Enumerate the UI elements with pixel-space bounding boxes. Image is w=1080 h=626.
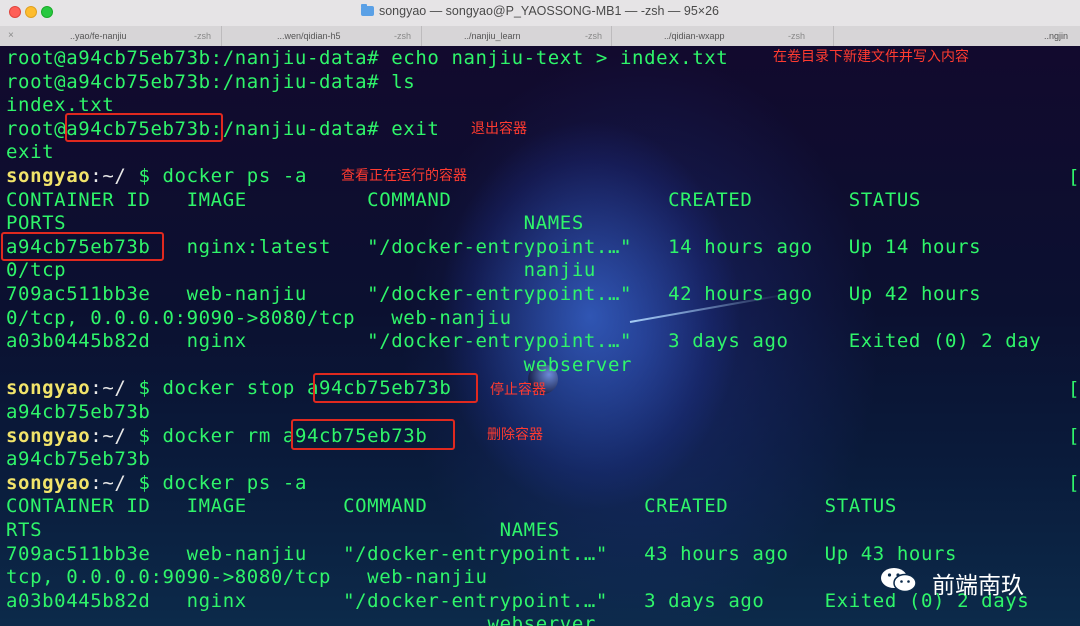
terminal-line: 0/tcp nanjiu — [6, 259, 596, 282]
tab-label: ...wen/qidian-h5 — [277, 31, 341, 41]
terminal-text: root@a94cb75eb73b:/nanjiu-data# echo nan… — [6, 47, 729, 69]
annotation-stop-container: 停止容器 — [490, 381, 546, 397]
annotation-remove-container: 删除容器 — [487, 426, 543, 442]
highlight-box-stop-id — [313, 373, 478, 403]
terminal-line: a03b0445b82d nginx "/docker-entrypoint.…… — [6, 590, 1029, 613]
tab-shell: -zsh — [194, 31, 212, 41]
highlight-box-container-id — [1, 232, 164, 261]
terminal-text: a03b0445b82d nginx "/docker-entrypoint.…… — [6, 589, 1030, 612]
window-title: songyao — songyao@P_YAOSSONG-MB1 — -zsh … — [0, 4, 1080, 18]
right-edge-marker: [ — [1068, 472, 1080, 494]
watermark-text: 前端南玖 — [932, 573, 1024, 599]
terminal-line: RTS NAMES — [6, 519, 560, 542]
close-icon[interactable]: × — [8, 30, 14, 41]
terminal-text: RTS NAMES — [6, 519, 560, 541]
prompt-user: songyao — [6, 424, 91, 447]
terminal-line: CONTAINER ID IMAGE COMMAND CREATED STATU… — [6, 189, 921, 212]
prompt-user: songyao — [6, 471, 91, 494]
tab-shell: -zsh — [394, 31, 412, 41]
terminal-line: a03b0445b82d nginx "/docker-entrypoint.…… — [6, 330, 1041, 353]
tab-bar: × ..yao/fe-nanjiu -zsh ...wen/qidian-h5 … — [0, 26, 1080, 47]
terminal-line: 709ac511bb3e web-nanjiu "/docker-entrypo… — [6, 543, 957, 566]
terminal-text: root@a94cb75eb73b:/nanjiu-data# ls — [6, 70, 416, 93]
terminal-line: 0/tcp, 0.0.0.0:9090->8080/tcp web-nanjiu — [6, 307, 512, 330]
terminal-line: a94cb75eb73b — [6, 401, 150, 424]
terminal-line: a94cb75eb73b — [6, 448, 150, 471]
terminal-text: a94cb75eb73b — [6, 448, 151, 471]
right-edge-marker: [ — [1068, 425, 1080, 447]
tab-nanjiu-learn[interactable]: ../nanjiu_learn -zsh — [422, 26, 612, 46]
terminal-text: 709ac511bb3e web-nanjiu "/docker-entrypo… — [6, 542, 958, 565]
tab-label: ../qidian-wxapp — [664, 31, 725, 41]
annotation-write-file: 在卷目录下新建文件并写入内容 — [773, 48, 969, 64]
tab-fe-nanjiu[interactable]: × ..yao/fe-nanjiu -zsh — [0, 26, 222, 46]
terminal-text: $ docker ps -a — [138, 471, 307, 494]
tab-shell: -zsh — [585, 31, 603, 41]
folder-icon — [360, 4, 374, 16]
terminal-text: PORTS NAMES — [6, 212, 584, 235]
terminal-line: songyao:~/ $ docker ps -a — [6, 165, 307, 188]
terminal-line: exit — [6, 141, 54, 164]
right-edge-marker: [ — [1068, 378, 1080, 400]
terminal-text: $ docker ps -a — [138, 165, 307, 187]
terminal-line: webserver — [6, 613, 596, 626]
prompt-path: :~/ — [90, 165, 139, 187]
terminal-text: 0/tcp, 0.0.0.0:9090->8080/tcp web-nanjiu — [6, 306, 512, 329]
terminal-line: root@a94cb75eb73b:/nanjiu-data# ls — [6, 71, 415, 94]
tab-shell: -zsh — [788, 31, 806, 41]
terminal-text: tcp, 0.0.0.0:9090->8080/tcp web-nanjiu — [6, 566, 488, 589]
window-titlebar: songyao — songyao@P_YAOSSONG-MB1 — -zsh … — [0, 0, 1080, 27]
terminal-text: CONTAINER ID IMAGE COMMAND CREATED STATU… — [6, 495, 897, 518]
highlight-box-container-id — [65, 113, 223, 142]
tab-qidian-h5[interactable]: ...wen/qidian-h5 -zsh — [222, 26, 422, 46]
annotation-exit-container: 退出容器 — [471, 120, 527, 136]
tab-label: ..yao/fe-nanjiu — [70, 31, 127, 41]
prompt-path: :~/ — [90, 471, 139, 494]
terminal-text: a94cb75eb73b — [6, 401, 151, 423]
terminal-text: 709ac511bb3e web-nanjiu "/docker-entrypo… — [6, 283, 982, 305]
terminal-text: CONTAINER ID IMAGE COMMAND CREATED STATU… — [6, 188, 921, 211]
terminal-line: CONTAINER ID IMAGE COMMAND CREATED STATU… — [6, 495, 897, 518]
terminal-line: tcp, 0.0.0.0:9090->8080/tcp web-nanjiu — [6, 566, 488, 589]
terminal-output[interactable]: root@a94cb75eb73b:/nanjiu-data# echo nan… — [0, 46, 1080, 626]
window-title-text: songyao — songyao@P_YAOSSONG-MB1 — -zsh … — [378, 4, 720, 18]
terminal-line: songyao:~/ $ docker ps -a — [6, 472, 307, 495]
terminal-text: 0/tcp nanjiu — [6, 259, 596, 282]
annotation-view-running: 查看正在运行的容器 — [341, 167, 467, 183]
prompt-user: songyao — [6, 165, 91, 187]
prompt-path: :~/ — [90, 424, 139, 447]
terminal-text: webserver — [6, 613, 596, 626]
tab-label: ..ngjin — [1044, 31, 1069, 41]
highlight-box-rm-id — [291, 419, 455, 450]
terminal-text: exit — [6, 141, 55, 164]
terminal-line: 709ac511bb3e web-nanjiu "/docker-entrypo… — [6, 283, 981, 306]
terminal-text: a03b0445b82d nginx "/docker-entrypoint.…… — [6, 330, 1042, 353]
tab-qidian-wxapp[interactable]: ../qidian-wxapp -zsh — [612, 26, 834, 46]
tab-ngjin[interactable]: ..ngjin — [834, 26, 1080, 46]
wechat-icon — [881, 568, 917, 593]
right-edge-marker: [ — [1068, 166, 1080, 188]
tab-label: ../nanjiu_learn — [464, 31, 521, 41]
terminal-line: root@a94cb75eb73b:/nanjiu-data# echo nan… — [6, 47, 728, 70]
prompt-path: :~/ — [90, 377, 139, 400]
prompt-user: songyao — [6, 377, 91, 400]
